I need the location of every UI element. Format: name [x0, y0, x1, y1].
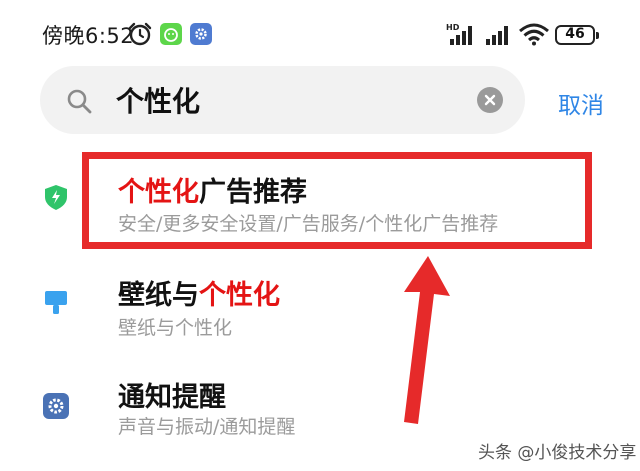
result-path: 声音与振动/通知提醒: [118, 416, 296, 438]
battery-level: 46: [565, 26, 585, 42]
close-icon: [484, 94, 496, 106]
result-title-plain: 壁纸与: [118, 280, 199, 311]
status-bar: 傍晚6:52 HD 46: [0, 0, 640, 62]
battery-indicator: 46: [555, 25, 599, 45]
result-path: 壁纸与个性化: [118, 317, 233, 339]
clear-search-button[interactable]: [477, 87, 503, 113]
app-notification-icon: [160, 23, 182, 45]
paint-brush-icon: [45, 291, 67, 314]
settings-notification-icon: [190, 23, 212, 45]
highlighted-query: 个性化: [199, 280, 280, 311]
shield-icon: [45, 185, 67, 210]
highlight-annotation-box: [82, 152, 592, 249]
search-input[interactable]: [116, 80, 456, 120]
cancel-button[interactable]: 取消: [558, 86, 604, 120]
gear-icon: [43, 393, 69, 419]
search-icon: [67, 89, 92, 114]
status-time: 傍晚6:52: [42, 24, 135, 48]
wifi-icon: [519, 23, 549, 46]
svg-text:HD: HD: [446, 23, 460, 32]
result-title: 壁纸与个性化: [118, 273, 280, 312]
watermark: 头条 @小俊技术分享: [478, 443, 637, 463]
red-arrow-annotation: [404, 256, 450, 424]
alarm-clock-icon: [128, 22, 152, 46]
signal-icon: [486, 26, 508, 45]
search-result-notifications[interactable]: 通知提醒 声音与振动/通知提醒: [0, 362, 640, 442]
result-title: 通知提醒: [118, 382, 226, 413]
signal-hd-icon: HD: [446, 23, 472, 45]
search-result-wallpaper[interactable]: 壁纸与个性化 壁纸与个性化: [0, 258, 640, 350]
